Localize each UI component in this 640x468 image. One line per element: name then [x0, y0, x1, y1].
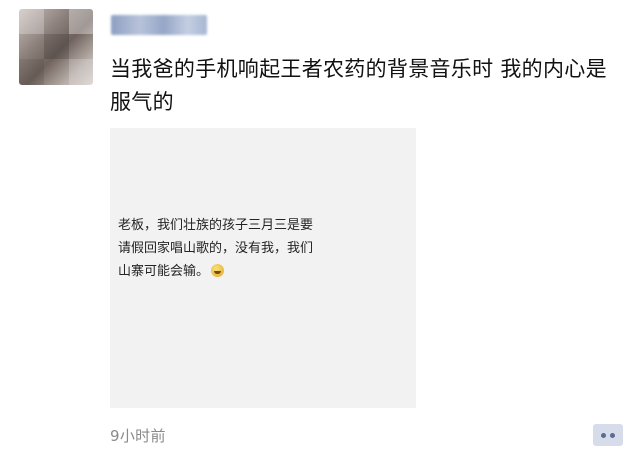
- avatar[interactable]: [19, 9, 93, 85]
- comment-dot: [610, 433, 615, 438]
- image-chat-text: 老板，我们壮族的孩子三月三是要请假回家唱山歌的，没有我，我们山寨可能会输。: [118, 214, 318, 283]
- comment-dot: [601, 433, 606, 438]
- post-text: 当我爸的手机响起王者农药的背景音乐时 我的内心是服气的: [110, 57, 607, 114]
- author-name[interactable]: [111, 15, 207, 35]
- post-timestamp: 9小时前: [110, 427, 166, 445]
- comment-dots-icon[interactable]: [593, 424, 623, 446]
- laughing-tears-emoji-icon: [211, 264, 225, 277]
